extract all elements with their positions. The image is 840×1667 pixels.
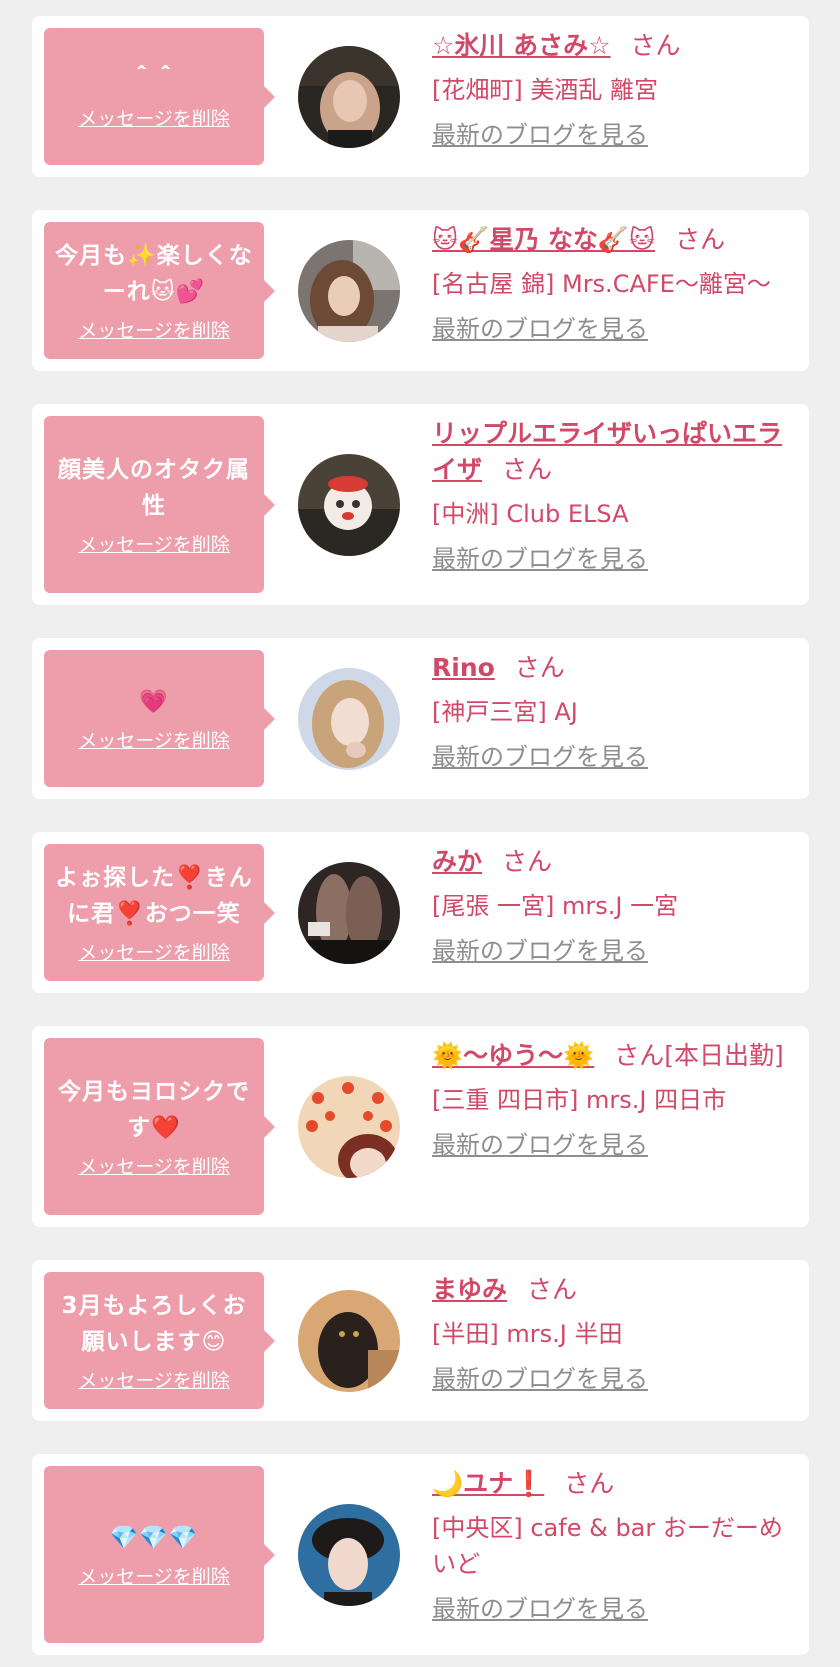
message-text: 3月もよろしくお願いします😊: [61, 1292, 247, 1355]
latest-blog-link[interactable]: 最新のブログを見る: [432, 936, 648, 966]
avatar[interactable]: [298, 1504, 400, 1606]
profile-info: ☆氷川 あさみ☆ さん [花畑町] 美酒乱 離宮 最新のブログを見る: [432, 28, 795, 150]
profile-info: 🌙ユナ❗️ さん [中央区] cafe & bar おーだーめいど 最新のブログを…: [432, 1466, 795, 1624]
shop-name: [中洲] Club ELSA: [432, 500, 629, 528]
delete-message-link[interactable]: メッセージを削除: [78, 532, 230, 558]
avatar[interactable]: [298, 240, 400, 342]
profile-photo-icon: [298, 240, 400, 342]
profile-name-link[interactable]: ☆氷川 あさみ☆: [432, 31, 611, 60]
delete-message-link[interactable]: メッセージを削除: [78, 1564, 230, 1590]
message-text: 今月もヨロシクです❤️: [58, 1078, 250, 1141]
latest-blog-link[interactable]: 最新のブログを見る: [432, 742, 648, 772]
honorific: さん: [675, 225, 726, 254]
latest-blog-link[interactable]: 最新のブログを見る: [432, 314, 648, 344]
profile-photo-icon: [298, 1290, 400, 1392]
avatar[interactable]: [298, 454, 400, 556]
message-text: 今月も✨楽しくなーれ🐱💕: [55, 242, 253, 305]
message-text: ＾＾: [130, 66, 178, 93]
message-bubble: 今月もヨロシクです❤️ メッセージを削除: [44, 1038, 275, 1215]
profile-photo-icon: [298, 1076, 400, 1178]
honorific: さん: [630, 31, 681, 60]
profile-info: リップルエライザいっぱいエライザ さん [中洲] Club ELSA 最新のブログ…: [432, 416, 795, 574]
latest-blog-link[interactable]: 最新のブログを見る: [432, 1594, 648, 1624]
message-text: 💎💎💎: [109, 1524, 199, 1551]
delete-message-link[interactable]: メッセージを削除: [78, 318, 230, 344]
shop-name: [三重 四日市] mrs.J 四日市: [432, 1086, 727, 1114]
message-bubble: 今月も✨楽しくなーれ🐱💕 メッセージを削除: [44, 222, 275, 359]
delete-message-link[interactable]: メッセージを削除: [78, 940, 230, 966]
profile-info: みか さん [尾張 一宮] mrs.J 一宮 最新のブログを見る: [432, 844, 795, 966]
latest-blog-link[interactable]: 最新のブログを見る: [432, 1364, 648, 1394]
message-bubble: 3月もよろしくお願いします😊 メッセージを削除: [44, 1272, 275, 1409]
message-bubble: 顔美人のオタク属性 メッセージを削除: [44, 416, 275, 593]
delete-message-link[interactable]: メッセージを削除: [78, 106, 230, 132]
profile-name-link[interactable]: まゆみ: [432, 1275, 507, 1304]
profile-info: 🐱🎸星乃 なな🎸🐱 さん [名古屋 錦] Mrs.CAFE〜離宮〜 最新のブログを…: [432, 222, 795, 344]
profile-name-link[interactable]: Rino: [432, 653, 495, 682]
shop-name: [名古屋 錦] Mrs.CAFE〜離宮〜: [432, 270, 771, 298]
profile-name-link[interactable]: 🌞〜ゆう〜🌞: [432, 1041, 594, 1070]
favorite-card: 今月も✨楽しくなーれ🐱💕 メッセージを削除 🐱🎸星乃 なな🎸🐱 さん [名古屋 錦…: [32, 210, 809, 371]
favorite-card: 💎💎💎 メッセージを削除 🌙ユナ❗️ さん [中央区] cafe & bar おー…: [32, 1454, 809, 1655]
profile-photo-icon: [298, 1504, 400, 1606]
favorite-card: ＾＾ メッセージを削除 ☆氷川 あさみ☆ さん [花畑町] 美酒乱 離宮 最新のブ…: [32, 16, 809, 177]
profile-name-link[interactable]: 🌙ユナ❗️: [432, 1469, 544, 1498]
honorific: さん: [564, 1469, 615, 1498]
favorite-card: 今月もヨロシクです❤️ メッセージを削除 🌞〜ゆう〜🌞さん[本日出勤] [三重: [32, 1026, 809, 1227]
delete-message-link[interactable]: メッセージを削除: [78, 1154, 230, 1180]
message-bubble: 💗 メッセージを削除: [44, 650, 275, 787]
latest-blog-link[interactable]: 最新のブログを見る: [432, 544, 648, 574]
message-bubble: 💎💎💎 メッセージを削除: [44, 1466, 275, 1643]
profile-info: Rino さん [神戸三宮] AJ 最新のブログを見る: [432, 650, 795, 772]
profile-info: 🌞〜ゆう〜🌞 さん[本日出勤] [三重 四日市] mrs.J 四日市 最新のブログ…: [432, 1038, 795, 1160]
avatar[interactable]: [298, 862, 400, 964]
honorific: さん: [502, 847, 553, 876]
shop-name: [半田] mrs.J 半田: [432, 1320, 623, 1348]
avatar[interactable]: [298, 46, 400, 148]
profile-photo-icon: [298, 862, 400, 964]
profile-photo-icon: [298, 454, 400, 556]
message-text: 顔美人のオタク属性: [58, 456, 250, 519]
profile-name-link[interactable]: 🐱🎸星乃 なな🎸🐱: [432, 225, 655, 254]
honorific: さん: [527, 1275, 578, 1304]
favorite-card: 3月もよろしくお願いします😊 メッセージを削除 まゆみ さん [半田] mrs.J…: [32, 1260, 809, 1421]
shop-name: [神戸三宮] AJ: [432, 698, 578, 726]
profile-name-link[interactable]: リップルエライザいっぱいエライザ: [432, 419, 782, 484]
message-bubble: ＾＾ メッセージを削除: [44, 28, 275, 165]
profile-info: まゆみ さん [半田] mrs.J 半田 最新のブログを見る: [432, 1272, 795, 1394]
message-bubble: よぉ探した❣️きんに君❣️おつ一笑 メッセージを削除: [44, 844, 275, 981]
favorite-card: 顔美人のオタク属性 メッセージを削除 リップルエライザいっぱいエライザ さん [中…: [32, 404, 809, 605]
shop-name: [尾張 一宮] mrs.J 一宮: [432, 892, 679, 920]
avatar[interactable]: [298, 1076, 400, 1178]
delete-message-link[interactable]: メッセージを削除: [78, 1368, 230, 1394]
favorite-card: 💗 メッセージを削除 Rino さん [神戸三宮] AJ 最新のブログを見る: [32, 638, 809, 799]
delete-message-link[interactable]: メッセージを削除: [78, 728, 230, 754]
avatar[interactable]: [298, 1290, 400, 1392]
profile-name-link[interactable]: みか: [432, 847, 482, 876]
avatar[interactable]: [298, 668, 400, 770]
honorific: さん: [514, 653, 565, 682]
profile-photo-icon: [298, 668, 400, 770]
honorific: さん: [502, 455, 553, 484]
shop-name: [花畑町] 美酒乱 離宮: [432, 76, 658, 104]
message-text: よぉ探した❣️きんに君❣️おつ一笑: [55, 864, 253, 927]
message-text: 💗: [139, 688, 169, 715]
honorific: さん[本日出勤]: [614, 1041, 784, 1070]
favorite-card: よぉ探した❣️きんに君❣️おつ一笑 メッセージを削除 みか さん [尾張 一宮] …: [32, 832, 809, 993]
profile-photo-icon: [298, 46, 400, 148]
latest-blog-link[interactable]: 最新のブログを見る: [432, 1130, 648, 1160]
latest-blog-link[interactable]: 最新のブログを見る: [432, 120, 648, 150]
shop-name: [中央区] cafe & bar おーだーめいど: [432, 1514, 783, 1578]
